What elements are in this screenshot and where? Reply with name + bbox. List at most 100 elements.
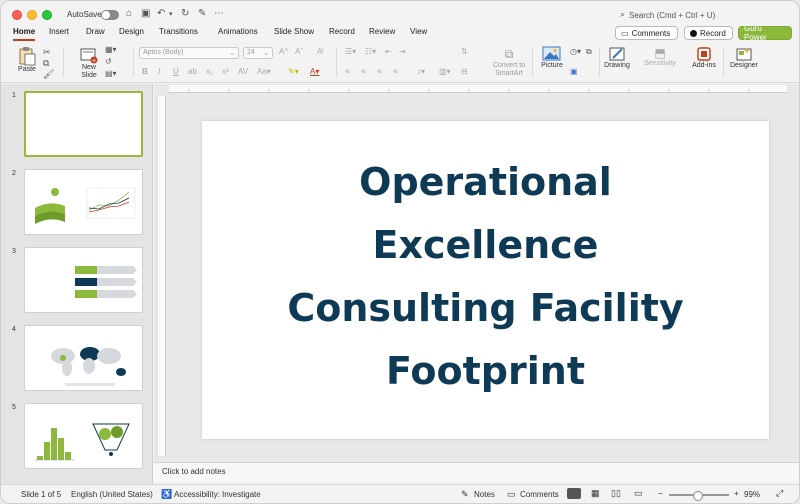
font-name-select[interactable]: Aptos (Body) ⌄ (139, 47, 239, 59)
addins-button[interactable]: Add-ins (689, 46, 719, 69)
decrease-indent-icon[interactable]: ⇤ (385, 47, 392, 56)
underline-icon[interactable]: U (173, 67, 179, 76)
notes-toggle-button[interactable]: Notes (474, 490, 495, 499)
slide-thumbnails-panel[interactable]: 1 2 3 4 5 (1, 84, 153, 484)
subscript-icon[interactable]: x₂ (206, 67, 213, 76)
tab-record[interactable]: Record (329, 27, 355, 36)
italic-icon[interactable]: I (158, 67, 160, 76)
columns-icon[interactable]: ▥▾ (439, 67, 451, 76)
reading-view-icon[interactable]: ▯▯ (611, 488, 621, 499)
guru-power-button[interactable]: Guru Power (738, 24, 792, 42)
superscript-icon[interactable]: x² (222, 67, 229, 76)
horizontal-ruler[interactable] (169, 85, 787, 93)
section-icon[interactable]: ▤▾ (105, 69, 117, 78)
picture-button[interactable]: Picture (537, 46, 567, 69)
increase-indent-icon[interactable]: ⇥ (399, 47, 406, 56)
normal-view-icon[interactable] (567, 488, 581, 499)
cut-icon[interactable]: ✂ (43, 47, 51, 58)
tab-view[interactable]: View (410, 27, 427, 36)
notes-placeholder: Click to add notes (162, 467, 226, 476)
font-size-select[interactable]: 24 ⌄ (243, 47, 273, 59)
align-right-icon[interactable]: ≡ (377, 67, 382, 76)
accessibility-status[interactable]: Accessibility: Investigate (174, 490, 261, 499)
align-text-icon[interactable]: ⊟ (461, 67, 468, 76)
decrease-font-icon[interactable]: Aˇ (295, 47, 303, 56)
paste-button[interactable]: Paste (13, 46, 41, 73)
slide-thumbnail-5[interactable] (24, 403, 143, 469)
drawing-icon (609, 47, 625, 61)
more-icon[interactable]: ⋯ (214, 8, 224, 19)
vertical-ruler[interactable] (158, 96, 166, 456)
numbering-icon[interactable]: ☷▾ (365, 47, 376, 56)
increase-font-icon[interactable]: A^ (279, 47, 288, 56)
text-box-icon[interactable]: ▣ (570, 67, 578, 76)
undo-icon[interactable]: ↶ (157, 8, 165, 19)
align-left-icon[interactable]: ≡ (345, 67, 350, 76)
search-icon[interactable]: ⌕ (620, 9, 625, 20)
tab-design[interactable]: Design (119, 27, 144, 36)
format-painter-icon[interactable]: ✎ (198, 8, 206, 19)
status-bar: Slide 1 of 5 English (United States) ♿ A… (1, 484, 799, 503)
slide-thumbnail-4[interactable] (24, 325, 143, 391)
comments-icon: ▭ (507, 489, 516, 499)
clear-format-icon[interactable]: A̸ (317, 47, 322, 56)
line-spacing-icon[interactable]: ↕▾ (417, 67, 425, 76)
font-color-icon[interactable]: A▾ (310, 67, 319, 76)
comments-button[interactable]: ▭ Comments (615, 26, 678, 40)
language-indicator[interactable]: English (United States) (71, 490, 153, 499)
close-window-button[interactable] (12, 10, 22, 20)
tab-home[interactable]: Home (13, 27, 36, 41)
format-painter-ribbon-icon[interactable]: 🖌 (43, 69, 54, 80)
slide-canvas[interactable]: Operational Excellence Consulting Facili… (202, 121, 769, 439)
designer-button[interactable]: Designer (728, 46, 760, 69)
slide-title-textbox[interactable]: Operational Excellence Consulting Facili… (202, 151, 769, 403)
copy-icon[interactable]: ⧉ (43, 58, 49, 69)
minimize-window-button[interactable] (27, 10, 37, 20)
slide-thumbnail-2[interactable] (24, 169, 143, 235)
tab-transitions[interactable]: Transitions (159, 27, 198, 36)
guru-power-label: Guru Power (744, 24, 767, 42)
layout-icon[interactable]: ▦▾ (105, 45, 117, 54)
zoom-in-icon[interactable]: + (734, 489, 739, 498)
character-spacing-icon[interactable]: AV (238, 67, 248, 76)
slideshow-icon[interactable]: ▭ (634, 488, 643, 499)
zoom-slider[interactable] (669, 491, 729, 501)
slide-thumbnail-3[interactable] (24, 247, 143, 313)
convert-smartart-button[interactable]: ⧉ Convert to SmartArt (491, 47, 527, 78)
save-icon[interactable]: ▣ (141, 8, 150, 19)
maximize-window-button[interactable] (42, 10, 52, 20)
comments-toggle-button[interactable]: Comments (520, 490, 559, 499)
align-center-icon[interactable]: ≡ (361, 67, 366, 76)
bullets-icon[interactable]: ☰▾ (345, 47, 356, 56)
tab-animations[interactable]: Animations (218, 27, 258, 36)
undo-dropdown-icon[interactable]: ▾ (169, 10, 173, 18)
fit-to-window-icon[interactable]: ⤢ (776, 488, 783, 499)
tab-review[interactable]: Review (369, 27, 395, 36)
tab-draw[interactable]: Draw (86, 27, 105, 36)
slide-sorter-icon[interactable]: ▦ (591, 488, 600, 499)
justify-icon[interactable]: ≡ (393, 67, 398, 76)
arrange-icon[interactable]: ⧉ (586, 47, 592, 57)
tab-insert[interactable]: Insert (49, 27, 69, 36)
tab-slide-show[interactable]: Slide Show (274, 27, 314, 36)
record-button[interactable]: Record (684, 26, 733, 40)
slide-title-line: Footprint (386, 349, 585, 393)
redo-icon[interactable]: ↻ (181, 8, 189, 19)
bold-icon[interactable]: B (142, 67, 148, 76)
zoom-out-icon[interactable]: − (658, 489, 663, 498)
shapes-icon[interactable]: ◷▾ (570, 47, 581, 56)
change-case-icon[interactable]: Aa▾ (257, 67, 271, 76)
highlight-icon[interactable]: ✎▾ (288, 67, 299, 76)
strikethrough-icon[interactable]: ab (188, 67, 197, 76)
drawing-button[interactable]: Drawing (603, 46, 631, 69)
new-slide-button[interactable]: + New Slide (77, 46, 101, 80)
sensitivity-button[interactable]: ⬒ Sensitivity (641, 46, 679, 67)
home-icon[interactable]: ⌂ (126, 8, 132, 19)
search-box[interactable]: Search (Cmd + Ctrl + U) (629, 11, 715, 20)
autosave-toggle[interactable] (101, 10, 119, 20)
text-direction-icon[interactable]: ⇅ (461, 47, 468, 56)
reset-icon[interactable]: ↺ (105, 57, 112, 66)
notes-pane[interactable]: Click to add notes (154, 462, 799, 482)
zoom-level[interactable]: 99% (744, 490, 760, 499)
slide-thumbnail-1[interactable] (24, 91, 143, 157)
